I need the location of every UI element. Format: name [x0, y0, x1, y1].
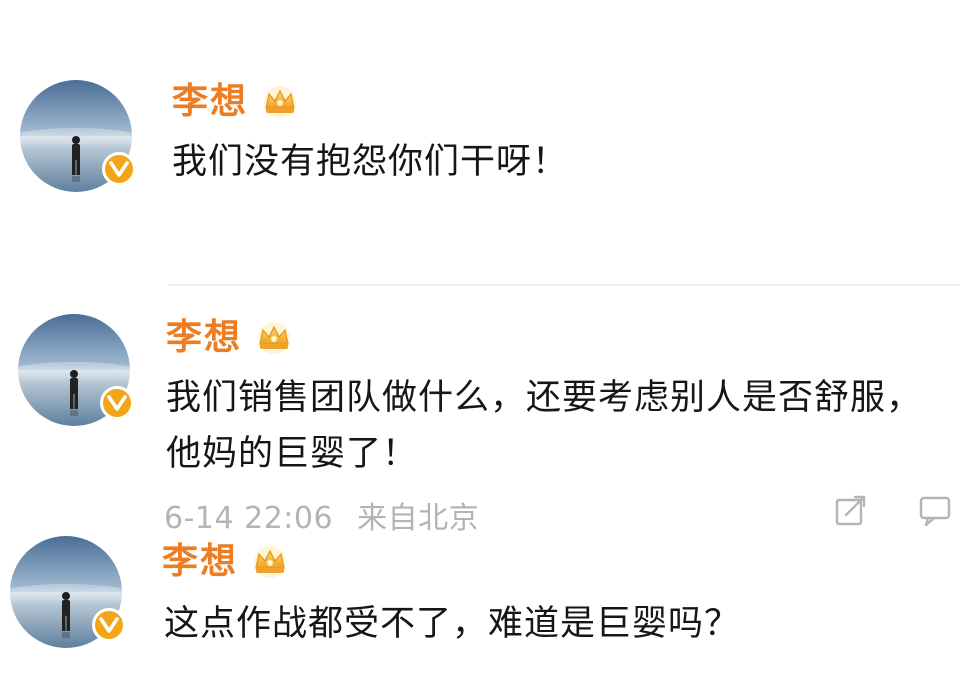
crown-icon — [264, 86, 297, 118]
comment-line: 我们没有抱怨你们干呀！ — [172, 142, 569, 182]
location: 来自北京 — [357, 501, 480, 536]
comment-2: 李想 我们销售团队做什么，还要考虑别人是否舒服， 他妈的巨婴了！ — [0, 286, 960, 526]
username-row: 李想 — [162, 544, 290, 580]
crown-icon — [258, 322, 291, 354]
comment-icon[interactable] — [918, 493, 952, 527]
username[interactable]: 李想 — [172, 84, 248, 120]
verified-badge-icon — [102, 152, 136, 186]
share-icon[interactable] — [834, 493, 868, 527]
verified-badge-icon — [92, 608, 126, 642]
timestamp: 6-14 22:06 — [164, 501, 334, 536]
verified-badge-icon — [100, 386, 134, 420]
crown-icon — [254, 546, 287, 578]
comment-meta: 6-14 22:06 来自北京 — [164, 493, 493, 537]
username-row: 李想 — [172, 84, 300, 120]
comment-text: 这点作战都受不了，难道是巨婴吗？ — [164, 596, 740, 652]
comment-line: 他妈的巨婴了！ — [166, 434, 419, 474]
comment-line: 我们销售团队做什么，还要考虑别人是否舒服， — [166, 378, 923, 418]
avatar[interactable] — [20, 80, 136, 192]
comment-text: 我们销售团队做什么，还要考虑别人是否舒服， 他妈的巨婴了！ — [166, 370, 922, 482]
username-row: 李想 — [166, 320, 294, 356]
comment-1: 李想 我们没有抱怨你们干呀！ — [0, 0, 960, 284]
comment-line: 这点作战都受不了，难道是巨婴吗？ — [164, 604, 741, 644]
comment-3: 李想 这点作战都受不了，难道是巨婴吗？ — [0, 532, 960, 677]
comment-text: 我们没有抱怨你们干呀！ — [172, 134, 568, 190]
username[interactable]: 李想 — [166, 320, 242, 356]
avatar[interactable] — [18, 314, 134, 426]
avatar[interactable] — [10, 536, 126, 648]
username[interactable]: 李想 — [162, 544, 238, 580]
